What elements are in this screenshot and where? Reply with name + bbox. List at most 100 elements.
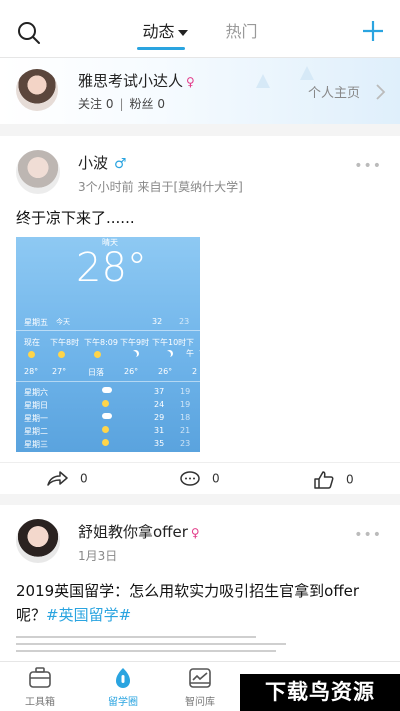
feed-tabs: 动态 热门: [0, 18, 400, 42]
like-button[interactable]: 0: [314, 471, 354, 489]
today-label: 今天: [56, 318, 70, 326]
post-image[interactable]: 晴天 28° 星期五 今天 32 23 现在 下午8时 下午8:09 下午9时 …: [16, 237, 200, 452]
post-meta: 3个小时前 来自于[莫纳什大学]: [78, 180, 243, 194]
tab-remen-label: 热门: [225, 22, 258, 41]
tab-toolbox[interactable]: 工具箱: [10, 666, 70, 708]
post-meta: 1月3日: [78, 549, 118, 563]
forecast-day: 星期二: [24, 427, 48, 436]
stats-separator: |: [119, 97, 124, 111]
active-tab-indicator: [137, 47, 185, 50]
hour-label: 下午8时: [50, 338, 80, 347]
post-username[interactable]: 小波 ♂: [78, 152, 127, 173]
watermark-logo: 下载鸟资源: [240, 674, 400, 711]
forecast-high: 35: [154, 439, 165, 448]
chevron-right-icon[interactable]: [374, 84, 386, 100]
forecast-low: 23: [180, 439, 191, 448]
forecast-high: 29: [154, 413, 165, 422]
post-username-text: 小波: [78, 154, 109, 172]
post-card[interactable]: 小波 ♂ 3个小时前 来自于[莫纳什大学] ••• 终于凉下来了...... 晴天…: [0, 136, 400, 494]
today-day: 星期五: [24, 318, 48, 327]
tab-qa-library[interactable]: 智问库: [170, 666, 230, 708]
hour-temp: 26°: [124, 367, 139, 376]
tab-dongtai-label: 动态: [142, 22, 175, 41]
post-card[interactable]: 舒姐教你拿offer ♀ 1月3日 ••• 2019英国留学：怎么用软实力吸引招生…: [0, 505, 400, 661]
more-icon[interactable]: •••: [354, 527, 382, 543]
text-line-placeholder: [16, 650, 276, 652]
sun-icon: [102, 439, 109, 446]
forecast-low: 21: [180, 426, 191, 435]
forecast-day: 星期一: [24, 414, 48, 423]
circle-icon: [116, 668, 130, 688]
tab-circle[interactable]: 留学圈: [93, 666, 153, 708]
today-high: 32: [152, 317, 163, 326]
divider: [16, 381, 200, 382]
sun-icon: [58, 351, 65, 358]
top-nav-bar: 动态 热门: [0, 0, 400, 58]
plus-icon[interactable]: [362, 20, 384, 42]
partly-cloudy-icon: [102, 426, 109, 433]
tree-decoration-icon: [256, 74, 270, 88]
female-icon: ♀: [190, 526, 200, 540]
cloud-icon: [102, 413, 112, 419]
fans-count[interactable]: 粉丝 0: [130, 97, 165, 111]
comment-button[interactable]: 0: [180, 471, 220, 487]
tab-remen[interactable]: 热门: [226, 18, 258, 42]
more-icon[interactable]: •••: [354, 158, 382, 174]
hour-temp: 28°: [24, 367, 39, 376]
profile-banner[interactable]: 雅思考试小达人 ♀ 关注 0 | 粉丝 0 个人主页: [0, 58, 400, 124]
following-count[interactable]: 关注 0: [78, 97, 113, 111]
caret-down-icon: [178, 29, 189, 36]
qa-library-icon: [189, 668, 211, 688]
forecast-day: 星期日: [24, 401, 48, 410]
sunset-icon: [94, 351, 101, 358]
forecast-low: 19: [180, 387, 191, 396]
cloud-icon: [102, 387, 112, 393]
post-action-bar: 0 0 0: [0, 462, 400, 494]
hour-temp: 27°: [52, 367, 67, 376]
comment-count: 0: [212, 471, 220, 486]
post-image[interactable]: [16, 631, 316, 661]
post-content: 2019英国留学：怎么用软实力吸引招生官拿到offer呢？#英国留学#: [16, 579, 386, 627]
avatar[interactable]: [16, 519, 60, 563]
today-low: 23: [179, 317, 190, 326]
forecast-low: 18: [180, 413, 191, 422]
moon-icon: [164, 351, 171, 358]
like-count: 0: [346, 472, 354, 487]
share-icon: [47, 471, 68, 486]
forecast-low: 19: [180, 400, 191, 409]
post-username[interactable]: 舒姐教你拿offer ♀: [78, 521, 200, 542]
hour-label: 下午10时: [152, 338, 187, 347]
hour-temp: 日落: [88, 368, 104, 377]
text-line-placeholder: [16, 636, 256, 638]
forecast-day: 星期六: [24, 388, 48, 397]
tree-decoration-icon: [300, 66, 314, 80]
comment-icon: [180, 471, 200, 486]
thumbs-up-icon: [314, 471, 334, 489]
male-icon: ♂: [114, 156, 127, 172]
share-button[interactable]: 0: [46, 471, 88, 487]
moon-icon: [130, 351, 137, 358]
tab-toolbox-label: 工具箱: [25, 697, 55, 708]
weather-temperature: 28°: [76, 245, 147, 291]
hour-label: 下午8:09: [84, 338, 118, 347]
avatar[interactable]: [16, 150, 60, 194]
home-page-link[interactable]: 个人主页: [308, 82, 360, 101]
post-content: 终于凉下来了......: [16, 209, 135, 227]
profile-name: 雅思考试小达人 ♀: [78, 70, 195, 91]
moon-icon: [196, 351, 200, 358]
tab-circle-label: 留学圈: [108, 697, 138, 708]
forecast-high: 31: [154, 426, 165, 435]
hour-temp: 2: [192, 367, 198, 376]
tab-dongtai[interactable]: 动态: [142, 18, 189, 42]
profile-stats: 关注 0 | 粉丝 0: [78, 95, 165, 112]
female-icon: ♀: [186, 75, 195, 89]
tab-qa-library-label: 智问库: [185, 697, 215, 708]
sun-icon: [28, 351, 35, 358]
post-username-text: 舒姐教你拿offer: [78, 523, 188, 541]
forecast-high: 37: [154, 387, 165, 396]
hour-label: 现在: [24, 338, 40, 347]
hashtag-link[interactable]: #英国留学#: [46, 606, 131, 624]
avatar[interactable]: [16, 69, 58, 111]
share-count: 0: [80, 471, 88, 486]
sun-icon: [102, 400, 109, 407]
